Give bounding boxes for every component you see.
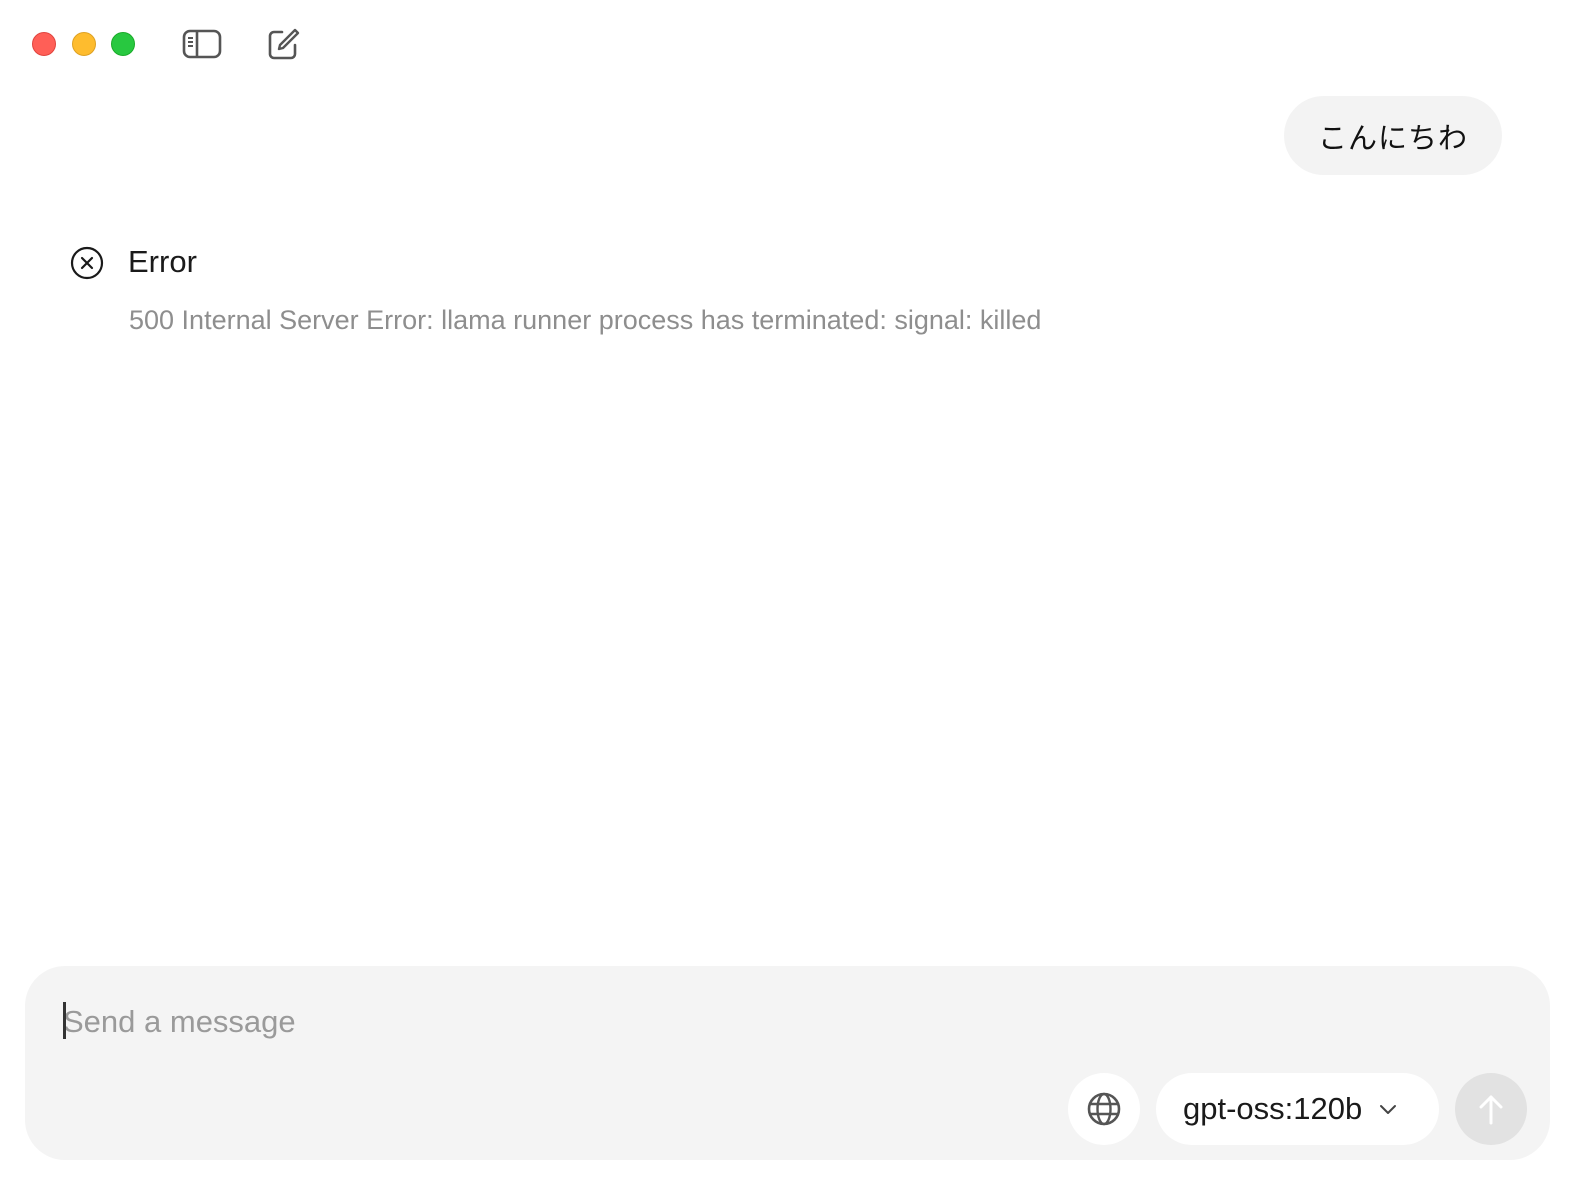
model-selector[interactable]: gpt-oss:120b: [1156, 1073, 1439, 1145]
error-message: 500 Internal Server Error: llama runner …: [129, 305, 1042, 335]
arrow-up-icon: [1479, 1095, 1503, 1125]
model-selector-label: gpt-oss:120b: [1183, 1091, 1363, 1126]
message-composer: gpt-oss:120b: [25, 966, 1550, 1160]
new-chat-button[interactable]: [261, 22, 305, 66]
error-circle-x-icon: [70, 246, 104, 280]
user-message-bubble: こんにちわ: [1283, 96, 1502, 175]
chevron-down-icon: [1378, 1102, 1398, 1116]
window-close-button[interactable]: [32, 32, 56, 56]
window-minimize-button[interactable]: [72, 32, 96, 56]
compose-icon: [268, 28, 300, 60]
text-caret: [63, 1002, 66, 1039]
globe-icon: [1087, 1092, 1121, 1126]
sidebar-toggle-button[interactable]: [180, 22, 224, 66]
send-button[interactable]: [1455, 1073, 1527, 1145]
error-title: Error: [128, 244, 197, 279]
web-search-button[interactable]: [1068, 1073, 1140, 1145]
sidebar-toggle-icon: [182, 29, 222, 59]
app-window: こんにちわ Error 500 Internal Server Error: l…: [0, 0, 1578, 1184]
window-maximize-button[interactable]: [111, 32, 135, 56]
message-input[interactable]: [63, 994, 1263, 1050]
